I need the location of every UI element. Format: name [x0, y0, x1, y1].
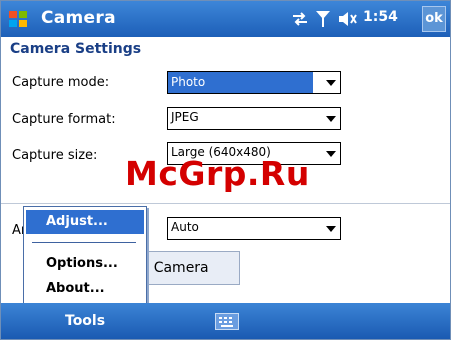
menu-separator	[32, 242, 136, 243]
page-title: Camera Settings	[10, 41, 142, 57]
divider	[1, 203, 450, 204]
watermark: McGrp.Ru	[125, 154, 310, 193]
chevron-down-icon	[326, 151, 336, 157]
chevron-down-icon	[326, 80, 336, 86]
signal-icon[interactable]	[315, 10, 331, 28]
menu-item-adjust[interactable]: Adjust...	[26, 210, 144, 234]
auto-setting-value: Auto	[171, 220, 199, 234]
connectivity-icon[interactable]	[291, 11, 309, 27]
volume-icon[interactable]	[338, 11, 358, 27]
menu-item-options[interactable]: Options...	[26, 252, 144, 276]
chevron-down-icon	[326, 116, 336, 122]
ok-button[interactable]: ok	[422, 6, 446, 32]
capture-mode-label: Capture mode:	[12, 75, 110, 90]
device-screen: Camera 1:54 ok Camera Settings Capture m…	[0, 0, 451, 340]
auto-setting-dropdown[interactable]: Auto	[167, 217, 341, 240]
menu-item-about[interactable]: About...	[26, 277, 144, 301]
chevron-down-icon	[326, 226, 336, 232]
menu-item-label: About...	[46, 281, 105, 296]
tools-softkey[interactable]: Tools	[65, 313, 105, 329]
capture-size-label: Capture size:	[12, 148, 98, 163]
capture-mode-value: Photo	[168, 72, 313, 93]
menu-item-label: Options...	[46, 256, 118, 271]
title-bar: Camera 1:54 ok	[1, 1, 450, 37]
capture-mode-dropdown[interactable]: Photo	[167, 71, 341, 94]
capture-format-value: JPEG	[171, 110, 199, 124]
app-title: Camera	[41, 8, 116, 28]
start-flag-icon[interactable]	[7, 8, 29, 30]
capture-format-dropdown[interactable]: JPEG	[167, 107, 341, 130]
clock[interactable]: 1:54	[363, 9, 398, 25]
capture-format-label: Capture format:	[12, 112, 116, 127]
menu-bar: Tools	[1, 303, 450, 339]
menu-item-label: Adjust...	[46, 214, 108, 229]
tools-menu: Adjust... Options... About...	[23, 206, 147, 305]
keyboard-icon[interactable]	[215, 313, 239, 330]
